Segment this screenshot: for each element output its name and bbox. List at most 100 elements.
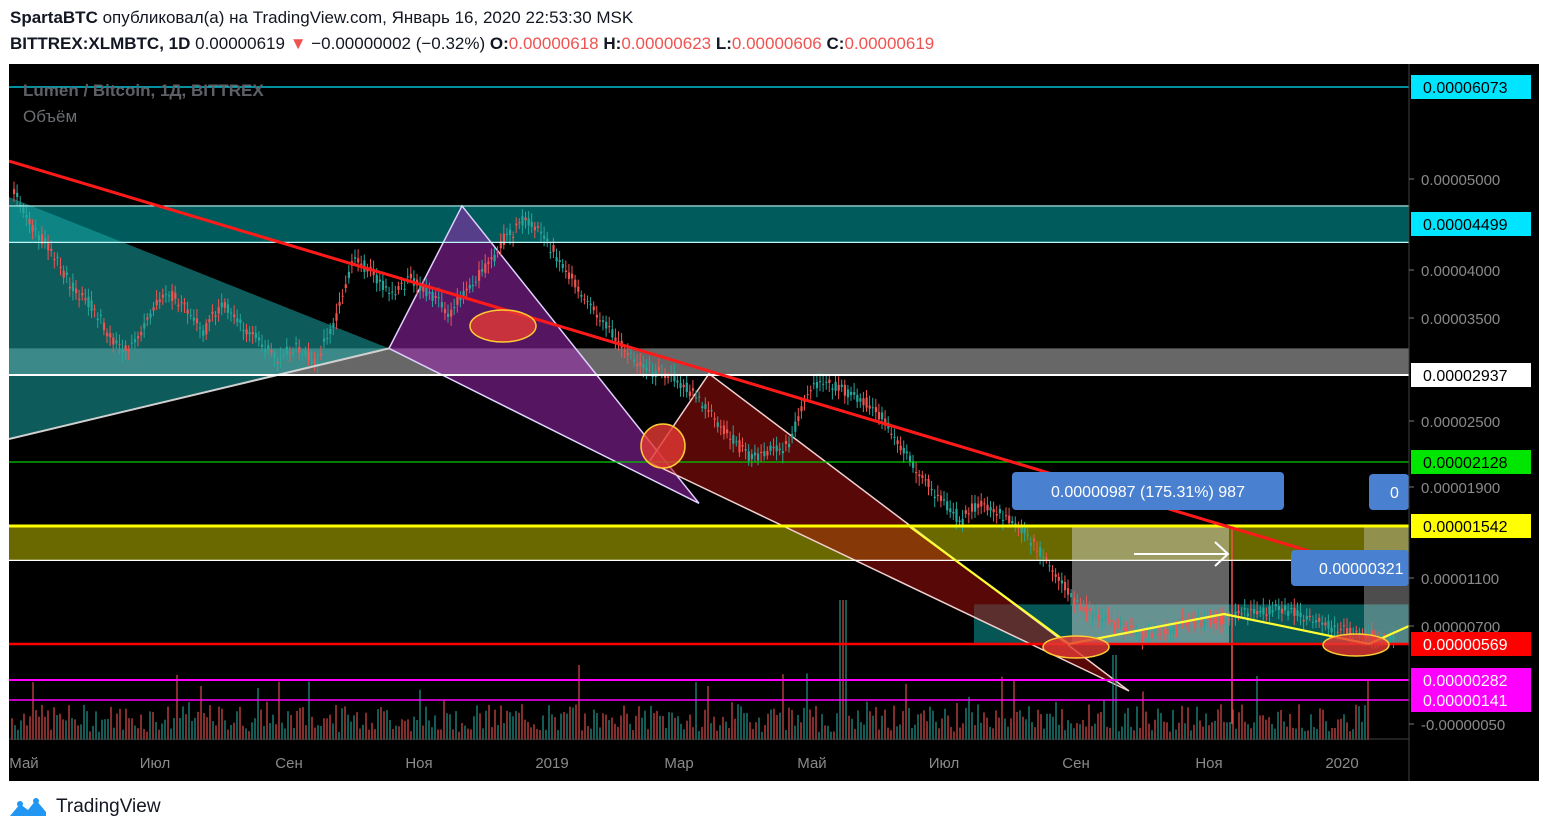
- candle-body: [617, 341, 620, 343]
- volume-bar: [1301, 727, 1303, 740]
- candle-body: [704, 404, 707, 409]
- candle-body: [437, 297, 440, 299]
- volume-bar: [1079, 724, 1081, 740]
- volume-bar: [1259, 715, 1261, 740]
- volume-bar: [944, 708, 946, 740]
- volume-bar: [1061, 709, 1063, 740]
- volume-bar: [272, 714, 274, 740]
- candle-body: [199, 327, 202, 329]
- volume-bar: [296, 710, 298, 740]
- volume-bar: [1052, 716, 1054, 740]
- volume-bar: [644, 710, 646, 740]
- volume-bar: [695, 682, 697, 740]
- volume-bar: [731, 702, 733, 740]
- volume-bar: [155, 721, 157, 740]
- volume-bar: [344, 706, 346, 740]
- candle-body: [288, 352, 292, 354]
- candle-body: [1138, 634, 1141, 636]
- volume-bar: [302, 707, 304, 740]
- footer-brand[interactable]: TradingView: [56, 796, 161, 818]
- candle-body: [375, 274, 378, 284]
- candle-body: [586, 300, 589, 302]
- candle-body: [1122, 627, 1125, 631]
- candle-body: [729, 438, 732, 440]
- price-chart[interactable]: 0.00000987 (175.31%) 987 0.00000321 0 0.00…: [8, 64, 1539, 781]
- candle-body: [977, 503, 980, 508]
- volume-bar: [1211, 722, 1213, 740]
- volume-bar: [1277, 711, 1279, 740]
- volume-bar: [191, 721, 193, 740]
- volume-bar: [32, 682, 34, 740]
- volume-bar: [917, 714, 919, 740]
- x-tick-label: Сен: [275, 755, 302, 772]
- candle-body: [1333, 625, 1336, 628]
- candle-body: [788, 443, 791, 448]
- candle-body: [602, 320, 605, 322]
- volume-bar: [239, 706, 241, 740]
- author-name[interactable]: SpartaBTC: [10, 8, 98, 27]
- y-tick-label: 0.00003500: [1421, 311, 1500, 328]
- candle-body: [784, 440, 788, 444]
- volume-bar: [380, 707, 382, 740]
- volume-bar: [446, 713, 448, 740]
- volume-bar: [197, 711, 199, 740]
- candle-body: [961, 518, 964, 525]
- candle-body: [1051, 570, 1054, 572]
- candle-body: [1321, 622, 1324, 625]
- candle-body: [90, 300, 93, 311]
- chart-panel[interactable]: 0.00000987 (175.31%) 987 0.00000321 0 0.00…: [8, 64, 1539, 781]
- highlight-ellipse: [469, 309, 537, 343]
- candle-body: [1101, 617, 1104, 623]
- candle-body: [1293, 607, 1296, 616]
- x-tick-label: Июл: [140, 755, 170, 772]
- volume-bar: [41, 704, 43, 740]
- volume-bar: [1043, 728, 1045, 740]
- candle-body: [989, 507, 992, 511]
- volume-bar: [638, 706, 640, 740]
- candle-body: [53, 258, 56, 260]
- candle-body: [890, 433, 893, 435]
- candle-body: [1079, 603, 1082, 605]
- volume-bar: [125, 708, 127, 740]
- candle-body: [747, 451, 750, 461]
- volume-bar: [824, 725, 826, 740]
- candle-body: [967, 513, 970, 515]
- candle-body: [78, 298, 81, 300]
- candle-body: [859, 398, 862, 402]
- volume-bar: [857, 710, 859, 740]
- volume-bar: [164, 719, 166, 740]
- y-tick-label: 0.00001100: [1421, 571, 1499, 588]
- volume-bar: [1361, 721, 1363, 740]
- candle-body: [65, 272, 68, 276]
- candle-body: [236, 318, 239, 323]
- volume-bar: [797, 714, 799, 740]
- volume-bar: [530, 727, 532, 740]
- candle-body: [750, 454, 753, 460]
- volume-bar: [722, 716, 724, 740]
- volume-bar: [47, 710, 49, 740]
- candle-body: [502, 233, 505, 245]
- candle-body: [825, 381, 828, 383]
- volume-bar: [1262, 715, 1264, 740]
- volume-bar: [203, 713, 205, 740]
- candle-body: [524, 217, 527, 221]
- candle-body: [1054, 574, 1057, 577]
- candle-body: [59, 266, 62, 268]
- volume-bar: [782, 674, 784, 740]
- candle-body: [1253, 609, 1256, 614]
- volume-bar: [1085, 726, 1087, 740]
- volume-bar: [74, 719, 76, 740]
- candle-body: [772, 447, 775, 449]
- volume-bar: [749, 722, 751, 740]
- volume-bar: [560, 713, 562, 740]
- volume-bar: [599, 727, 601, 740]
- candle-body: [180, 302, 183, 304]
- candle-body: [1305, 615, 1308, 620]
- candle-body: [450, 309, 453, 317]
- volume-bar: [536, 729, 538, 740]
- volume-bar: [746, 712, 748, 740]
- symbol-name[interactable]: BITTREX:XLMBTC, 1D: [10, 34, 190, 53]
- price-change: −0.00000002 (−0.32%): [311, 34, 486, 53]
- volume-bar: [200, 685, 202, 740]
- candle-body: [946, 501, 949, 511]
